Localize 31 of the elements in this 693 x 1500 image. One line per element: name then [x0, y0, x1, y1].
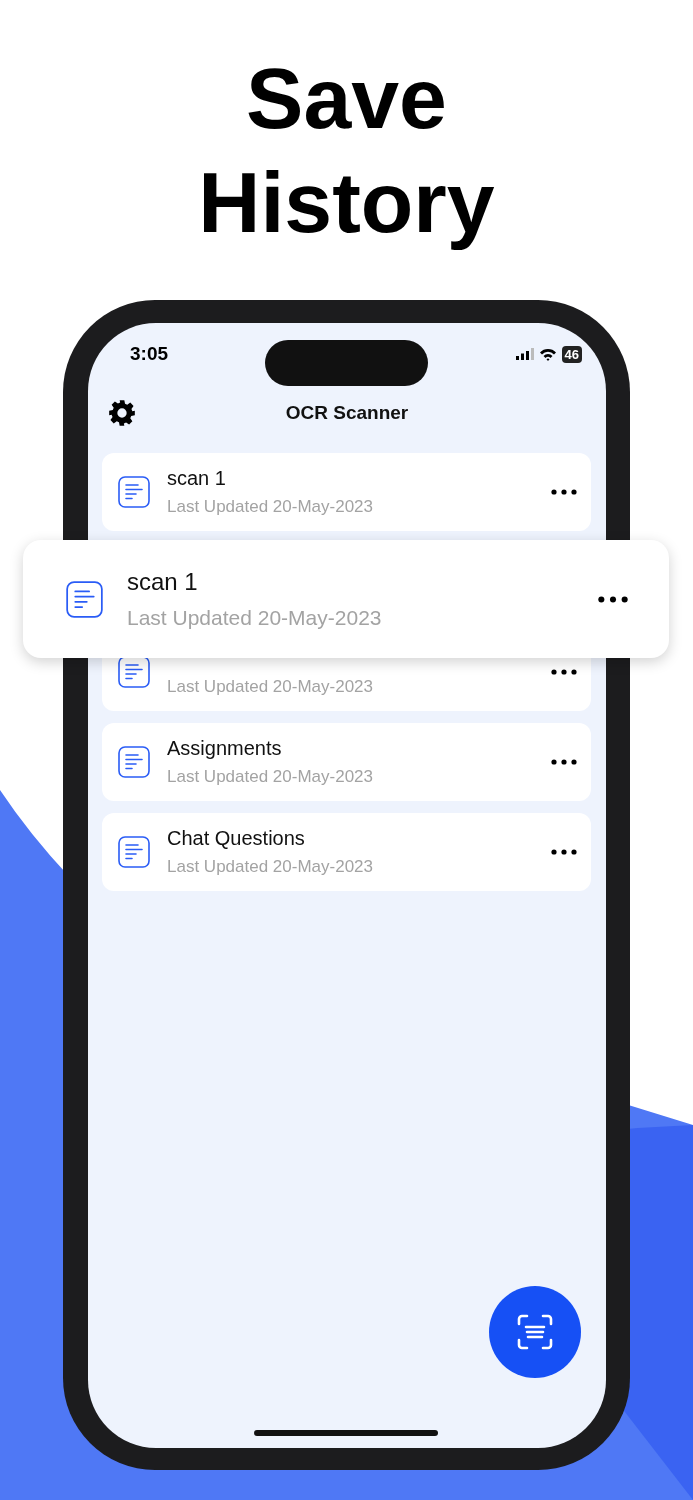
status-time: 3:05 — [130, 343, 169, 365]
document-title: Assignments — [167, 737, 283, 760]
more-icon[interactable] — [551, 849, 577, 855]
last-updated: Last Updated 20-May-2023 — [167, 857, 375, 877]
last-updated: Last Updated 20-May-2023 — [167, 767, 375, 787]
document-item[interactable]: Chat Questions Last Updated 20-May-2023 — [102, 813, 591, 891]
app-title: OCR Scanner — [285, 402, 409, 424]
more-icon[interactable] — [597, 595, 629, 603]
document-item[interactable]: scan 1 Last Updated 20-May-2023 — [102, 453, 591, 531]
last-updated: Last Updated 20-May-2023 — [167, 497, 375, 517]
more-icon[interactable] — [551, 669, 577, 675]
battery-level: 46 — [561, 345, 582, 363]
document-title: scan 1 — [127, 568, 199, 596]
document-title: scan 1 — [167, 467, 227, 490]
more-icon[interactable] — [551, 759, 577, 765]
document-icon — [66, 580, 103, 618]
signal-icon — [515, 348, 534, 360]
wifi-icon — [538, 347, 557, 361]
document-icon — [118, 746, 150, 778]
dragged-item-overlay[interactable]: scan 1 Last Updated 20-May-2023 — [23, 540, 669, 658]
document-icon — [118, 476, 150, 508]
more-icon[interactable] — [551, 489, 577, 495]
last-updated: Last Updated 20-May-2023 — [167, 677, 375, 697]
headline: History — [198, 153, 495, 252]
document-icon — [118, 836, 150, 868]
settings-icon[interactable] — [108, 399, 136, 427]
document-title: Chat Questions — [167, 827, 306, 850]
document-item[interactable]: Assignments Last Updated 20-May-2023 — [102, 723, 591, 801]
last-updated: Last Updated 20-May-2023 — [127, 606, 383, 630]
headline: Save — [246, 49, 447, 148]
scan-icon — [515, 1312, 555, 1352]
